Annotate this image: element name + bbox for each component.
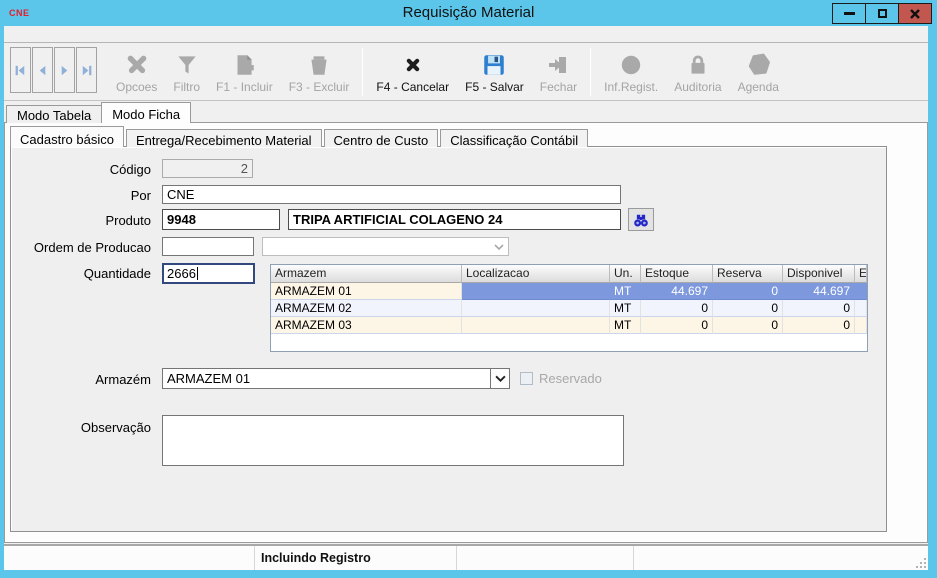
observacao-label: Observação: [11, 420, 151, 435]
armazem-combo[interactable]: ARMAZEM 01: [162, 368, 510, 389]
status-panel: [457, 546, 634, 570]
ordem-producao-input[interactable]: [162, 237, 254, 256]
toolbar-separator: [362, 48, 363, 96]
resize-grip[interactable]: [915, 557, 927, 569]
produto-search-button[interactable]: [628, 208, 654, 231]
tab-modo-ficha[interactable]: Modo Ficha: [101, 102, 191, 123]
status-panel: [4, 546, 255, 570]
quantidade-input[interactable]: 2666: [162, 263, 255, 284]
agenda-icon: [745, 50, 771, 80]
col-disponivel[interactable]: Disponivel: [783, 265, 855, 283]
trash-icon: [306, 50, 332, 80]
col-reserva[interactable]: Reserva: [713, 265, 783, 283]
cadastro-basico-panel: Código 2 Por Produto Ordem de Producao: [10, 146, 887, 532]
tab-entrega-recebimento[interactable]: Entrega/Recebimento Material: [126, 129, 322, 147]
status-panel: Incluindo Registro: [255, 546, 457, 570]
last-record-icon: [79, 63, 94, 78]
armazem-label: Armazém: [11, 372, 151, 387]
nav-first-button[interactable]: [10, 47, 31, 93]
col-un[interactable]: Un.: [610, 265, 641, 283]
quantidade-label: Quantidade: [11, 266, 151, 281]
filtro-button[interactable]: Filtro: [166, 47, 207, 97]
mode-tabstrip: Modo Tabela Modo Ficha: [6, 102, 190, 123]
modo-ficha-page: Cadastro básico Entrega/Recebimento Mate…: [4, 122, 928, 543]
tab-modo-tabela[interactable]: Modo Tabela: [6, 105, 102, 123]
salvar-button[interactable]: F5 - Salvar: [458, 47, 531, 97]
inf-regist-button[interactable]: Inf.Regist.: [597, 47, 665, 97]
tab-centro-de-custo[interactable]: Centro de Custo: [324, 129, 439, 147]
info-circle-icon: [618, 50, 644, 80]
nav-previous-button[interactable]: [32, 47, 53, 93]
exit-door-icon: [546, 50, 570, 80]
produto-code-input[interactable]: [162, 209, 280, 230]
minimize-icon: [844, 12, 855, 15]
maximize-icon: [878, 9, 887, 18]
reservado-checkbox[interactable]: [520, 372, 533, 385]
agenda-button[interactable]: Agenda: [731, 47, 786, 97]
ordem-producao-label: Ordem de Producao: [11, 240, 151, 255]
close-icon: [909, 8, 921, 20]
tab-classificacao-contabil[interactable]: Classificação Contábil: [440, 129, 588, 147]
tab-cadastro-basico[interactable]: Cadastro básico: [10, 126, 124, 147]
tools-icon: [124, 50, 150, 80]
col-localizacao[interactable]: Localizacao: [462, 265, 610, 283]
reservado-label: Reservado: [539, 371, 602, 386]
auditoria-button[interactable]: Auditoria: [667, 47, 728, 97]
status-message: Incluindo Registro: [255, 551, 371, 565]
col-partial[interactable]: E: [855, 265, 867, 283]
produto-label: Produto: [11, 213, 151, 228]
window-title: Requisição Material: [0, 4, 937, 21]
app-window: CNE Requisição Material: [0, 0, 937, 578]
text-caret: [197, 267, 198, 280]
next-record-icon: [57, 63, 72, 78]
title-bar[interactable]: CNE Requisição Material: [0, 0, 937, 26]
sub-tabstrip: Cadastro básico Entrega/Recebimento Mate…: [10, 126, 590, 147]
col-estoque[interactable]: Estoque: [641, 265, 713, 283]
col-armazem[interactable]: Armazem: [271, 265, 462, 283]
status-bar: Incluindo Registro: [4, 544, 928, 570]
funnel-icon: [174, 50, 200, 80]
observacao-textarea[interactable]: [162, 415, 624, 466]
table-row[interactable]: ARMAZEM 01 MT 44.697 0 44.697: [271, 283, 867, 300]
excluir-button[interactable]: F3 - Excluir: [282, 47, 357, 97]
codigo-field: 2: [162, 159, 253, 178]
toolbar-separator: [590, 48, 591, 96]
por-input[interactable]: [162, 185, 621, 204]
minimize-button[interactable]: [832, 3, 866, 24]
nav-next-button[interactable]: [54, 47, 75, 93]
stock-table: Armazem Localizacao Un. Estoque Reserva …: [270, 264, 868, 352]
por-label: Por: [11, 188, 151, 203]
cancelar-button[interactable]: F4 - Cancelar: [369, 47, 456, 97]
floppy-disk-icon: [481, 50, 507, 80]
toolbar: Opcoes Filtro F1 - Incluir F3 - Excluir: [4, 44, 928, 101]
table-row[interactable]: ARMAZEM 02 MT 0 0 0: [271, 300, 867, 317]
stock-table-header: Armazem Localizacao Un. Estoque Reserva …: [271, 265, 867, 283]
padlock-icon: [685, 50, 711, 80]
nav-last-button[interactable]: [76, 47, 97, 93]
incluir-button[interactable]: F1 - Incluir: [209, 47, 280, 97]
first-record-icon: [13, 63, 28, 78]
previous-record-icon: [35, 63, 50, 78]
maximize-button[interactable]: [865, 3, 899, 24]
codigo-label: Código: [11, 162, 151, 177]
menu-band: [4, 26, 928, 43]
window-controls: [833, 3, 932, 24]
produto-description-input[interactable]: [288, 209, 621, 230]
opcoes-button[interactable]: Opcoes: [109, 47, 164, 97]
ordem-producao-combo: [262, 237, 509, 256]
chevron-down-icon[interactable]: [490, 369, 509, 388]
fechar-button[interactable]: Fechar: [533, 47, 584, 97]
binoculars-icon: [632, 211, 650, 229]
chevron-down-icon: [489, 238, 508, 255]
cancel-x-icon: [403, 50, 423, 80]
status-panel: [634, 546, 928, 570]
table-row[interactable]: ARMAZEM 03 MT 0 0 0: [271, 317, 867, 334]
window-body: Opcoes Filtro F1 - Incluir F3 - Excluir: [4, 26, 928, 570]
close-button[interactable]: [898, 3, 932, 24]
document-icon: [231, 50, 257, 80]
